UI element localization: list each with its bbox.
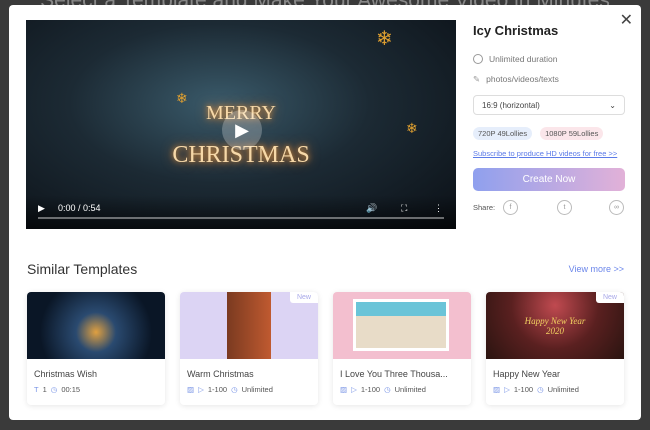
template-title: Icy Christmas [473, 23, 559, 38]
play-icon[interactable]: ▶ [38, 203, 45, 214]
new-badge: New [289, 292, 318, 303]
duration-text: Unlimited duration [489, 54, 558, 64]
video-player[interactable]: ❄ ❄ ❄ MERRY CHRISTMAS ▶ ▶ 0:00 / 0:54 🔊 … [26, 20, 456, 229]
pencil-icon: ✎ [473, 73, 481, 84]
video-controls: ▶ 0:00 / 0:54 🔊 ⛶ ⋮ [26, 195, 456, 229]
text-icon: T [34, 385, 39, 394]
badge-1080p: 1080P 59Lollies [540, 127, 604, 140]
card-count: 1-100 [513, 385, 534, 394]
template-card[interactable]: I Love You Three Thousa... ▨ ▷ 1-100 ◷ Unlim… [333, 292, 471, 405]
details-panel: Icy Christmas Unlimited duration ✎ photos… [473, 23, 625, 215]
twitter-icon[interactable]: t [557, 200, 572, 215]
fullscreen-icon[interactable]: ⛶ [401, 203, 407, 214]
image-icon: ▨ [340, 385, 348, 394]
facebook-icon[interactable]: f [503, 200, 518, 215]
clock-icon: ◷ [384, 385, 391, 394]
more-icon[interactable]: ⋮ [434, 203, 443, 214]
card-count: 1 [42, 385, 47, 394]
image-icon: ▨ [187, 385, 195, 394]
template-thumbnail [333, 292, 471, 359]
clock-icon: ◷ [50, 385, 58, 394]
template-card[interactable]: Christmas Wish T 1 ◷ 00:15 [27, 292, 165, 405]
template-card[interactable]: New Warm Christmas ▨ ▷ 1-100 ◷ Unlimited [180, 292, 318, 405]
template-modal: ✕ ❄ ❄ ❄ MERRY CHRISTMAS ▶ ▶ 0:00 / 0:54 … [9, 5, 641, 420]
card-title: Warm Christmas [187, 369, 254, 379]
template-thumbnail [27, 292, 165, 359]
card-title: I Love You Three Thousa... [340, 369, 448, 379]
clock-icon [473, 54, 483, 64]
card-count: 1-100 [360, 385, 381, 394]
card-count: 1-100 [207, 385, 228, 394]
card-title: Christmas Wish [34, 369, 98, 379]
card-duration: Unlimited [547, 385, 579, 394]
aspect-value: 16:9 (horizontal) [482, 100, 540, 110]
create-now-button[interactable]: Create Now [473, 168, 625, 191]
time-display: 0:00 / 0:54 [58, 203, 101, 213]
chevron-down-icon: ⌄ [609, 100, 616, 110]
image-icon: ▨ [493, 385, 501, 394]
clock-icon: ◷ [537, 385, 544, 394]
subscribe-link[interactable]: Subscribe to produce HD videos for free … [473, 145, 625, 162]
view-more-link[interactable]: View more >> [569, 264, 624, 274]
card-duration: 00:15 [61, 385, 81, 394]
template-thumbnail: New [180, 292, 318, 359]
progress-bar[interactable] [38, 217, 444, 219]
media-text: photos/videos/texts [486, 74, 559, 84]
card-duration: Unlimited [241, 385, 273, 394]
new-badge: New [595, 292, 624, 303]
template-card[interactable]: New Happy New Year 2020 Happy New Year ▨ ▷… [486, 292, 624, 405]
video-icon: ▷ [351, 385, 357, 394]
thumbnail-text: Happy New Year 2020 [524, 316, 586, 336]
template-thumbnail: New Happy New Year 2020 [486, 292, 624, 359]
badge-720p: 720P 49Lollies [473, 127, 533, 140]
snowflake-icon: ❄ [376, 28, 393, 50]
similar-templates-title: Similar Templates [27, 261, 138, 277]
play-button[interactable]: ▶ [222, 110, 262, 150]
card-title: Happy New Year [493, 369, 561, 379]
share-label: Share: [473, 203, 496, 212]
clock-icon: ◷ [231, 385, 238, 394]
link-icon[interactable]: ∞ [609, 200, 624, 215]
card-duration: Unlimited [394, 385, 426, 394]
video-icon: ▷ [504, 385, 510, 394]
aspect-ratio-select[interactable]: 16:9 (horizontal) ⌄ [473, 95, 625, 115]
video-icon: ▷ [198, 385, 204, 394]
volume-icon[interactable]: 🔊 [366, 203, 377, 214]
